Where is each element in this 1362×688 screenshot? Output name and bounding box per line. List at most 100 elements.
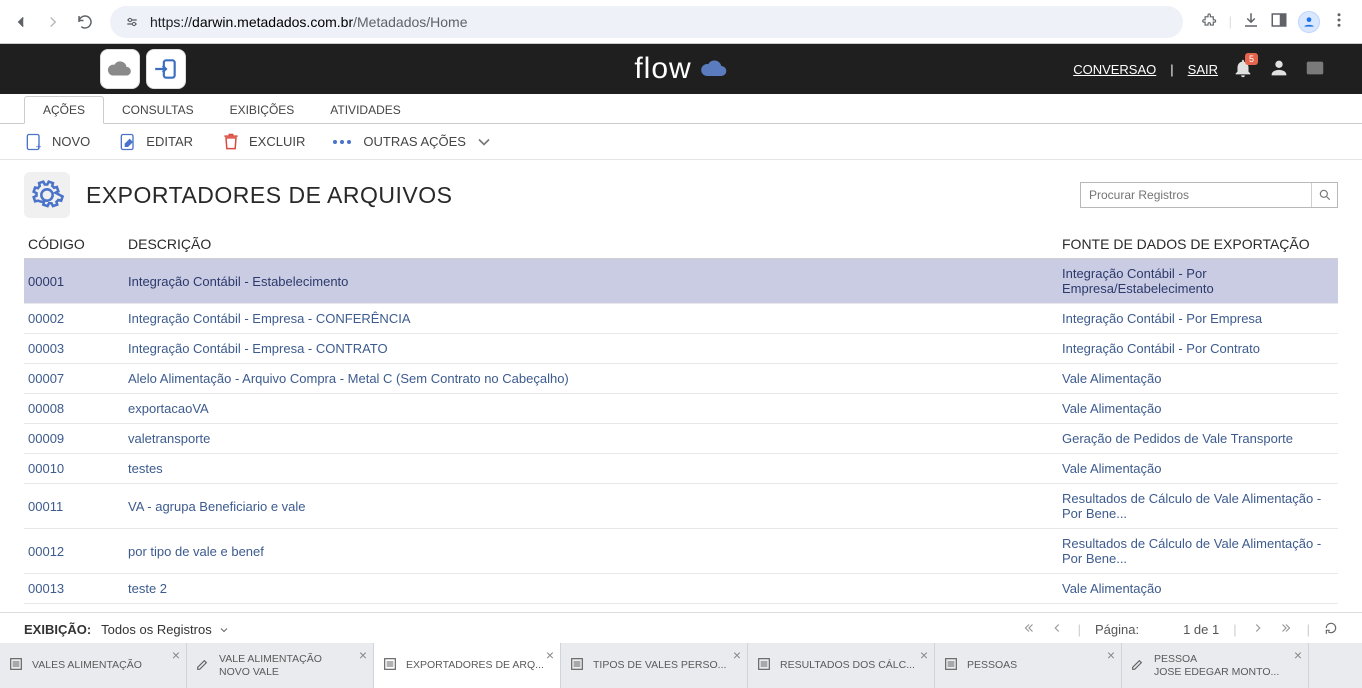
bottom-tab[interactable]: PESSOAJOSE EDEGAR MONTO...×: [1122, 643, 1309, 688]
page-prev[interactable]: [1050, 621, 1064, 638]
tab-text: PESSOAS: [967, 659, 1113, 672]
table-row[interactable]: 00003Integração Contábil - Empresa - CON…: [24, 334, 1338, 364]
tab-text: EXPORTADORES DE ARQ...: [406, 659, 552, 672]
tab-close[interactable]: ×: [1294, 647, 1302, 663]
cell-codigo: 00008: [24, 394, 124, 424]
tab-text: TIPOS DE VALES PERSO...: [593, 659, 739, 672]
cell-descricao: Alelo Alimentação - Arquivo Compra - Met…: [124, 364, 1058, 394]
col-codigo[interactable]: CÓDIGO: [24, 230, 124, 259]
cell-codigo: 00011: [24, 484, 124, 529]
table-row[interactable]: 00002Integração Contábil - Empresa - CON…: [24, 304, 1338, 334]
sair-link[interactable]: SAIR: [1188, 62, 1218, 77]
tab-close[interactable]: ×: [920, 647, 928, 663]
cell-descricao: valetransporte: [124, 424, 1058, 454]
page-info: 1 de 1: [1183, 622, 1219, 637]
tab-close[interactable]: ×: [359, 647, 367, 663]
user-icon[interactable]: [1268, 57, 1290, 82]
bottom-tab[interactable]: VALE ALIMENTAÇÃONOVO VALE×: [187, 643, 374, 688]
tab-close[interactable]: ×: [733, 647, 741, 663]
col-descricao[interactable]: DESCRIÇÃO: [124, 230, 1058, 259]
tab-atividades[interactable]: ATIVIDADES: [312, 97, 418, 123]
tab-close[interactable]: ×: [172, 647, 180, 663]
chrome-profile-icon[interactable]: [1298, 11, 1320, 33]
list-icon: [943, 656, 959, 675]
bottom-tab[interactable]: TIPOS DE VALES PERSO...×: [561, 643, 748, 688]
tab-acoes[interactable]: AÇÕES: [24, 96, 104, 124]
conversao-link[interactable]: CONVERSAO: [1073, 62, 1156, 77]
chrome-menu-icon[interactable]: [1330, 11, 1348, 32]
forward-button: [40, 9, 66, 35]
page-next[interactable]: [1251, 621, 1265, 638]
bottom-tab[interactable]: PESSOAS×: [935, 643, 1122, 688]
browser-top-bar: https://darwin.metadados.com.br/Metadado…: [0, 0, 1362, 44]
page-last[interactable]: [1279, 621, 1293, 638]
page-label: Página:: [1095, 622, 1139, 637]
cell-fonte: Vale Alimentação: [1058, 454, 1338, 484]
tab-text: PESSOAJOSE EDEGAR MONTO...: [1154, 653, 1300, 678]
col-fonte[interactable]: FONTE DE DADOS DE EXPORTAÇÃO: [1058, 230, 1338, 259]
chevron-down-icon: [474, 132, 494, 152]
cell-fonte: Vale Alimentação: [1058, 394, 1338, 424]
notifications-bell[interactable]: 5: [1232, 57, 1254, 82]
bottom-tab[interactable]: VALES ALIMENTAÇÃO×: [0, 643, 187, 688]
tab-exibicoes[interactable]: EXIBIÇÕES: [212, 97, 313, 123]
bottom-tab[interactable]: RESULTADOS DOS CÁLC...×: [748, 643, 935, 688]
novo-button[interactable]: + NOVO: [24, 132, 90, 152]
title-row: EXPORTADORES DE ARQUIVOS: [0, 160, 1362, 230]
table-row[interactable]: 00007Alelo Alimentação - Arquivo Compra …: [24, 364, 1338, 394]
search-icon: [1318, 188, 1332, 202]
bottom-tabs: VALES ALIMENTAÇÃO×VALE ALIMENTAÇÃONOVO V…: [0, 643, 1362, 688]
data-table: CÓDIGO DESCRIÇÃO FONTE DE DADOS DE EXPOR…: [24, 230, 1338, 634]
table-row[interactable]: 00013teste 2Vale Alimentação: [24, 574, 1338, 604]
excluir-button[interactable]: EXCLUIR: [221, 132, 305, 152]
side-panel-icon[interactable]: [1270, 11, 1288, 32]
outras-acoes-label: OUTRAS AÇÕES: [363, 134, 466, 149]
table-row[interactable]: 00008exportacaoVAVale Alimentação: [24, 394, 1338, 424]
tab-close[interactable]: ×: [546, 647, 554, 663]
back-button[interactable]: [8, 9, 34, 35]
outras-acoes-button[interactable]: OUTRAS AÇÕES: [333, 132, 494, 152]
cell-codigo: 00007: [24, 364, 124, 394]
novo-icon: +: [24, 132, 44, 152]
refresh-button[interactable]: [1324, 621, 1338, 638]
cell-fonte: Resultados de Cálculo de Vale Alimentaçã…: [1058, 484, 1338, 529]
cell-fonte: Resultados de Cálculo de Vale Alimentaçã…: [1058, 529, 1338, 574]
cloud-icon-button[interactable]: [100, 49, 140, 89]
table-row[interactable]: 00001Integração Contábil - Estabelecimen…: [24, 259, 1338, 304]
table-row[interactable]: 00011VA - agrupa Beneficiario e valeResu…: [24, 484, 1338, 529]
reload-button[interactable]: [72, 9, 98, 35]
enter-icon-button[interactable]: [146, 49, 186, 89]
table-row[interactable]: 00012por tipo de vale e benefResultados …: [24, 529, 1338, 574]
table-row[interactable]: 00009valetransporteGeração de Pedidos de…: [24, 424, 1338, 454]
app-header: flow CONVERSAO | SAIR 5: [0, 44, 1362, 94]
search-box[interactable]: [1080, 182, 1338, 208]
editar-icon: [118, 132, 138, 152]
page-first[interactable]: [1022, 621, 1036, 638]
url-bar[interactable]: https://darwin.metadados.com.br/Metadado…: [110, 6, 1183, 38]
dots-icon: [333, 140, 351, 144]
editar-label: EDITAR: [146, 134, 193, 149]
search-input[interactable]: [1081, 188, 1311, 202]
action-bar: + NOVO EDITAR EXCLUIR OUTRAS AÇÕES: [0, 124, 1362, 160]
cell-fonte: Integração Contábil - Por Contrato: [1058, 334, 1338, 364]
download-icon[interactable]: [1242, 11, 1260, 32]
table-row[interactable]: 00010testesVale Alimentação: [24, 454, 1338, 484]
extensions-icon[interactable]: [1201, 11, 1219, 32]
view-label: EXIBIÇÃO:: [24, 622, 91, 637]
page-title: EXPORTADORES DE ARQUIVOS: [86, 182, 452, 209]
tab-close[interactable]: ×: [1107, 647, 1115, 663]
editar-button[interactable]: EDITAR: [118, 132, 193, 152]
app-logo: flow: [634, 52, 727, 86]
tab-text: RESULTADOS DOS CÁLC...: [780, 659, 926, 672]
site-settings-icon: [124, 14, 140, 30]
edit-icon: [195, 656, 211, 675]
search-button[interactable]: [1311, 183, 1337, 207]
tab-consultas[interactable]: CONSULTAS: [104, 97, 212, 123]
bottom-tab[interactable]: EXPORTADORES DE ARQ...×: [374, 643, 561, 688]
cell-codigo: 00013: [24, 574, 124, 604]
gear-icon-box: [24, 172, 70, 218]
top-tabs: AÇÕES CONSULTAS EXIBIÇÕES ATIVIDADES: [0, 94, 1362, 124]
message-box-icon[interactable]: [1304, 57, 1326, 82]
view-select[interactable]: Todos os Registros: [101, 622, 230, 637]
cell-descricao: por tipo de vale e benef: [124, 529, 1058, 574]
